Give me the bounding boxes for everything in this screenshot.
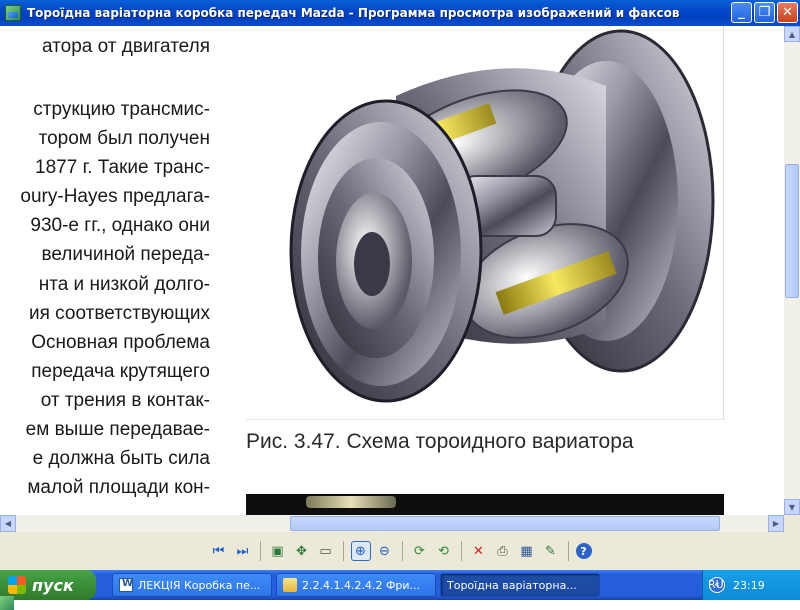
vertical-scroll-thumb[interactable] xyxy=(785,164,799,298)
maximize-button[interactable]: ❐ xyxy=(754,2,775,23)
toolbar-separator xyxy=(401,541,403,561)
text-line: ия соответствующих xyxy=(29,303,210,324)
rotate-counterclockwise-icon[interactable]: ⟲ xyxy=(434,541,454,561)
zoom-out-icon[interactable]: ⊖ xyxy=(375,541,395,561)
rotate-clockwise-icon[interactable]: ⟳ xyxy=(410,541,430,561)
text-line: струкцию трансмис- xyxy=(33,99,210,120)
save-icon[interactable]: ▦ xyxy=(517,541,537,561)
taskbar-item-label: 2.2.4.1.4.2.4.2 Фри... xyxy=(302,578,421,592)
clock[interactable]: 23:19 xyxy=(733,579,765,592)
start-label: пуск xyxy=(32,575,74,595)
text-line: Основная проблема xyxy=(31,332,210,353)
figure-caption: Рис. 3.47. Схема тороидного вариатора xyxy=(246,430,634,453)
toolbar-separator xyxy=(567,541,569,561)
toolbar-separator xyxy=(460,541,462,561)
taskbar-item-folder[interactable]: 2.2.4.1.4.2.4.2 Фри... xyxy=(276,573,436,597)
text-line: 1877 г. Такие транс- xyxy=(35,157,210,178)
vertical-scrollbar[interactable]: ▲ ▼ xyxy=(784,26,800,515)
viewer-toolbar: ⏮ ⏭ ▣ ✥ ▭ ⊕ ⊖ ⟳ ⟲ ✕ ⎙ ▦ ✎ ? xyxy=(0,532,800,570)
windows-logo-icon xyxy=(8,576,26,594)
scroll-up-button[interactable]: ▲ xyxy=(784,26,800,42)
best-fit-icon[interactable]: ▣ xyxy=(268,541,288,561)
zoom-in-icon[interactable]: ⊕ xyxy=(350,541,371,561)
text-line: ем выше передавае- xyxy=(25,419,210,440)
taskbar-item-word-document[interactable]: ЛЕКЦІЯ Коробка пе... xyxy=(112,573,272,597)
windows-taskbar: пуск ЛЕКЦІЯ Коробка пе... 2.2.4.1.4.2.4.… xyxy=(0,570,800,610)
text-line: 930-е гг., однако они xyxy=(30,215,210,236)
text-line: е должна быть сила xyxy=(32,448,210,469)
next-image-icon[interactable]: ⏭ xyxy=(233,541,253,561)
actual-size-icon[interactable]: ✥ xyxy=(292,541,312,561)
variator-drawing xyxy=(289,29,715,403)
window-title: Тороїдна варіаторна коробка передач Mazd… xyxy=(27,6,680,20)
folder-icon xyxy=(283,578,297,592)
scanned-page-text: атора от двигателя струкцию трансмис- то… xyxy=(0,26,218,515)
print-icon[interactable]: ⎙ xyxy=(493,541,513,561)
close-button[interactable]: ✕ xyxy=(777,2,798,23)
prev-image-icon[interactable]: ⏮ xyxy=(209,541,229,561)
slideshow-icon[interactable]: ▭ xyxy=(316,541,336,561)
text-line: передача крутящего xyxy=(31,361,210,382)
next-figure-partial xyxy=(246,494,724,515)
horizontal-scrollbar[interactable]: ◀ ▶ xyxy=(0,515,784,532)
next-figure-detail xyxy=(306,496,396,508)
taskbar-item-image-viewer[interactable]: Тороїдна варіаторна... xyxy=(0,573,600,610)
image-viewer-app-icon[interactable] xyxy=(5,5,21,21)
scroll-left-button[interactable]: ◀ xyxy=(0,515,16,532)
taskbar-item-label: Тороїдна варіаторна... xyxy=(447,578,577,592)
minimize-button[interactable]: _ xyxy=(731,2,752,23)
start-button[interactable]: пуск xyxy=(0,570,96,600)
scroll-right-button[interactable]: ▶ xyxy=(768,515,784,532)
text-line: малой площади кон- xyxy=(27,477,210,498)
taskbar-item-label: ЛЕКЦІЯ Коробка пе... xyxy=(138,578,261,592)
help-icon[interactable]: ? xyxy=(575,543,592,559)
window-titlebar[interactable]: Тороїдна варіаторна коробка передач Mazd… xyxy=(0,0,800,26)
text-line: величиной переда- xyxy=(41,244,210,265)
word-icon xyxy=(119,578,133,592)
language-indicator[interactable]: RU xyxy=(708,578,724,591)
text-line: тором был получен xyxy=(38,128,210,149)
text-line: от трения в контак- xyxy=(40,390,210,411)
image-viewport[interactable]: атора от двигателя струкцию трансмис- то… xyxy=(0,26,784,515)
text-line: нта и низкой долго- xyxy=(38,274,210,295)
text-line: атора от двигателя xyxy=(41,36,210,57)
scrollbar-corner xyxy=(784,515,800,532)
edit-icon[interactable]: ✎ xyxy=(541,541,561,561)
toolbar-separator xyxy=(259,541,261,561)
window-controls: _ ❐ ✕ xyxy=(731,2,798,23)
text-line: oury-Hayes предлага- xyxy=(20,186,210,207)
delete-icon[interactable]: ✕ xyxy=(469,541,489,561)
scroll-down-button[interactable]: ▼ xyxy=(784,499,800,515)
toroidal-variator-illustration xyxy=(246,26,724,420)
toolbar-separator xyxy=(342,541,344,561)
horizontal-scroll-thumb[interactable] xyxy=(290,516,720,531)
